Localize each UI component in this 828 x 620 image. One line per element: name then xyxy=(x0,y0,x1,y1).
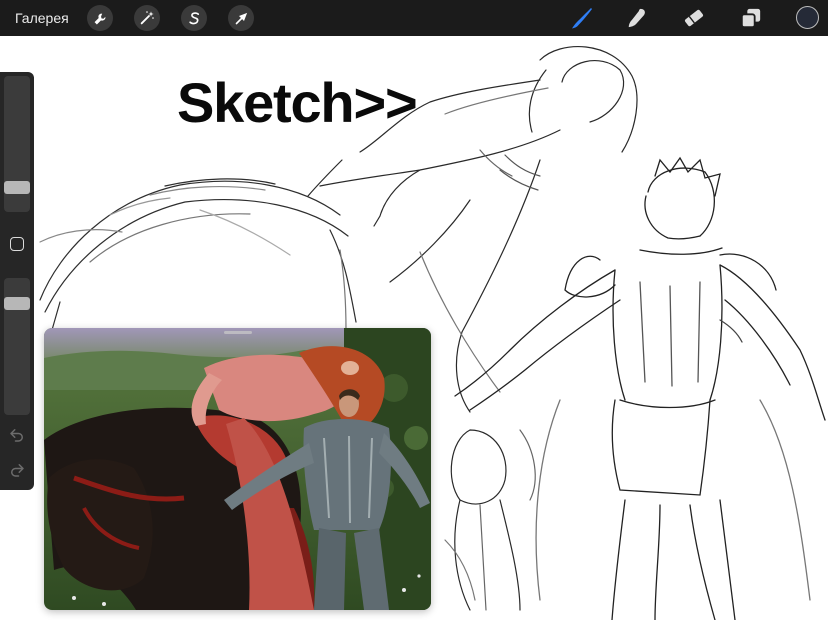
brush-icon xyxy=(572,8,592,29)
sketch-heading: Sketch>> xyxy=(177,71,418,134)
left-sidebar xyxy=(0,72,34,490)
modify-square-icon[interactable] xyxy=(10,237,24,251)
wrench-icon xyxy=(94,13,105,24)
top-toolbar: Галерея xyxy=(0,0,828,36)
opacity-slider[interactable] xyxy=(4,278,30,415)
reference-image-window[interactable] xyxy=(44,328,431,610)
gallery-button[interactable]: Галерея xyxy=(15,10,69,26)
selection-icon xyxy=(188,11,199,24)
brush-tool-button[interactable] xyxy=(570,6,594,30)
layers-icon xyxy=(740,8,761,29)
redo-icon xyxy=(11,464,24,477)
smudge-tool-button[interactable] xyxy=(625,6,649,30)
opacity-thumb[interactable] xyxy=(4,297,30,310)
reference-painting xyxy=(44,328,431,610)
undo-icon xyxy=(10,429,23,442)
brush-size-thumb[interactable] xyxy=(4,181,30,194)
actions-button[interactable] xyxy=(87,5,113,31)
redo-button[interactable] xyxy=(8,461,26,479)
eraser-tool-button[interactable] xyxy=(682,6,706,30)
brush-size-slider[interactable] xyxy=(4,76,30,212)
reference-drag-handle[interactable] xyxy=(224,331,252,334)
selection-button[interactable] xyxy=(181,5,207,31)
color-picker-button[interactable] xyxy=(796,6,819,29)
undo-button[interactable] xyxy=(8,426,26,444)
smudge-icon xyxy=(628,8,645,28)
layers-button[interactable] xyxy=(739,6,763,30)
transform-button[interactable] xyxy=(228,5,254,31)
magic-wand-icon xyxy=(140,11,154,25)
adjustments-button[interactable] xyxy=(134,5,160,31)
eraser-icon xyxy=(684,9,704,27)
transform-arrow-icon xyxy=(235,12,247,24)
